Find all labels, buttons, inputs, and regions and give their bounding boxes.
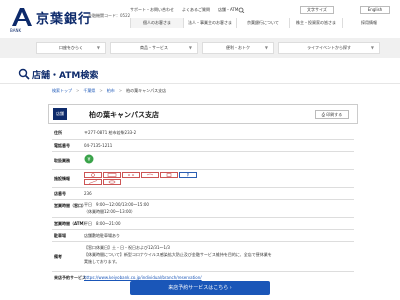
bank-logo-sub: BANK xyxy=(10,28,22,33)
nav-tab-individual[interactable]: 個人のお客さま xyxy=(130,18,183,28)
subnav-open-account-label: 口座をひらく xyxy=(59,45,83,50)
breadcrumb-search-top[interactable]: 検索トップ xyxy=(52,88,72,94)
font-size-button[interactable]: 文字サイズ xyxy=(300,6,334,14)
hearing-loop-icon xyxy=(141,172,159,178)
info-row-parking: 駐車場 店舗敷地駐車場あり xyxy=(52,230,354,242)
branch-name: 柏の葉キャンパス支店 xyxy=(89,111,159,119)
main-nav: 個人のお客さま 法人・事業主のお客さま 京葉銀行について 株主・投資家の皆さま … xyxy=(130,18,395,28)
info-row-window-hours: 営業時間（窓口） 平日 9:00～12:00/13:00～15:00 （休業時間… xyxy=(52,200,354,218)
sub-nav: 口座をひらく ▼ 商品・サービス ▼ 便利・おトク ▼ ライフイベントから探す ▼ xyxy=(0,38,400,58)
util-link-branch[interactable]: 店舗・ATM xyxy=(218,7,238,13)
wheelchair-icon xyxy=(84,172,102,178)
info-row-store-no: 店番号 236 xyxy=(52,188,354,200)
phone-value[interactable]: 04-7135-1211 xyxy=(84,143,112,149)
nav-tab-recruit[interactable]: 採用情報 xyxy=(342,18,395,28)
info-row-address: 住所 〒277-0871 柏市若柴233-2 xyxy=(52,126,354,140)
subnav-convenience-label: 便利・おトク xyxy=(226,45,250,50)
window-hours-break: （休業時間12:00～13:00） xyxy=(84,209,136,214)
nav-tab-corporate[interactable]: 法人・事業主のお客さま xyxy=(183,18,236,28)
subnav-convenience[interactable]: 便利・おトク ▼ xyxy=(202,42,274,54)
facility-icons: P xyxy=(84,172,204,185)
subnav-open-account[interactable]: 口座をひらく ▼ xyxy=(36,42,106,54)
utility-links: サポート・お問い合わせ よくあるご質問 店舗・ATM xyxy=(130,7,238,13)
breadcrumb-separator: > xyxy=(118,88,123,93)
guide-dog-icon xyxy=(103,179,121,185)
subnav-life-events-label: ライフイベントから探す xyxy=(307,45,351,50)
english-button[interactable]: English xyxy=(360,6,390,14)
services-label: 取扱業務 xyxy=(54,158,70,163)
parking-label: 駐車場 xyxy=(54,233,66,238)
search-icon xyxy=(18,68,30,80)
address-value: 〒277-0871 柏市若柴233-2 xyxy=(84,130,137,135)
subnav-products[interactable]: 商品・サービス ▼ xyxy=(110,42,198,54)
reservation-label: 来店予約サービス xyxy=(54,275,86,280)
subnav-products-label: 商品・サービス xyxy=(140,45,168,50)
phone-label: 電話番号 xyxy=(54,143,70,148)
info-row-services: 取扱業務 ¥ xyxy=(52,152,354,170)
chevron-down-icon: ▼ xyxy=(264,45,268,50)
cash-service-icon: ¥ xyxy=(84,154,94,164)
bank-name[interactable]: 京葉銀行 xyxy=(36,8,92,27)
print-button-label: 印刷する xyxy=(326,112,343,117)
print-button[interactable]: ⎙ 印刷する xyxy=(315,110,349,119)
keiyo-bank-logo-icon[interactable] xyxy=(10,6,34,28)
breadcrumb-city[interactable]: 柏市 xyxy=(107,88,115,94)
breadcrumb-current: 柏の葉キャンパス支店 xyxy=(126,88,167,93)
chevron-down-icon: ▼ xyxy=(370,45,374,50)
site-header: 京葉銀行 BANK 金融機関コード：0522 サポート・お問い合わせ よくあるご… xyxy=(0,0,400,36)
notes-holiday: 【窓口休業日】土・日・祝日および12/31～1/3 xyxy=(84,245,170,250)
breadcrumb-prefecture[interactable]: 千葉県 xyxy=(83,88,95,94)
address-label: 住所 xyxy=(54,130,62,135)
info-row-facilities: 施設情報 P xyxy=(52,170,354,188)
svg-text:P: P xyxy=(187,173,190,177)
search-icon[interactable] xyxy=(238,7,246,13)
parking-value: 店舗敷地駐車場あり xyxy=(84,233,120,238)
page-title: 店舗・ATM検索 xyxy=(32,71,99,81)
notes-label: 備考 xyxy=(54,254,62,259)
accessible-toilet-icon xyxy=(160,172,178,178)
info-row-phone: 電話番号 04-7135-1211 xyxy=(52,140,354,152)
breadcrumb-separator: > xyxy=(76,88,80,93)
info-row-atm-hours: 営業時間（ATM） 平日 8:00～21:00 xyxy=(52,218,354,230)
store-no-label: 店番号 xyxy=(54,191,66,196)
info-row-notes: 備考 【窓口休業日】土・日・祝日および12/31～1/3 【休業時間について】新… xyxy=(52,242,354,272)
window-hours-value: 平日 9:00～12:00/13:00～15:00 xyxy=(84,202,149,207)
page-title-bar: 店舗・ATM検索 xyxy=(0,64,400,84)
notes-covid-cont: 実施しております。 xyxy=(84,259,120,264)
breadcrumb: 検索トップ > 千葉県 > 柏市 > 柏の葉キャンパス支店 xyxy=(52,88,166,94)
nav-tab-about[interactable]: 京葉銀行について xyxy=(236,18,289,28)
window-hours-label: 営業時間（窓口） xyxy=(54,203,86,208)
atm-hours-label: 営業時間（ATM） xyxy=(54,221,88,226)
branch-header: 店舗 柏の葉キャンパス支店 ⎙ 印刷する xyxy=(48,104,358,124)
util-link-faq[interactable]: よくあるご質問 xyxy=(182,7,210,13)
reservation-cta-button[interactable]: 来店予約サービスはこちら › xyxy=(130,281,270,295)
notes-covid: 【休業時間について】新型コロナウイルス感染拡大防止及び金融サービス維持を目的に、… xyxy=(84,252,272,257)
bank-code: 金融機関コード：0522 xyxy=(88,13,131,18)
facilities-label: 施設情報 xyxy=(54,176,70,181)
braille-icon xyxy=(122,172,140,178)
printer-icon: ⎙ xyxy=(321,112,325,117)
util-link-support[interactable]: サポート・お問い合わせ xyxy=(130,7,174,13)
store-no-value: 236 xyxy=(84,191,92,196)
breadcrumb-separator: > xyxy=(99,88,103,93)
accessible-atm-icon xyxy=(103,172,121,178)
nav-tab-investors[interactable]: 株主・投資家の皆さま xyxy=(289,18,342,28)
branch-type-badge: 店舗 xyxy=(53,108,67,120)
subnav-life-events[interactable]: ライフイベントから探す ▼ xyxy=(278,42,380,54)
chevron-down-icon: ▼ xyxy=(96,45,100,50)
atm-hours-value: 平日 8:00～21:00 xyxy=(84,221,121,226)
svg-text:¥: ¥ xyxy=(87,157,90,163)
parking-icon: P xyxy=(179,172,197,178)
ramp-icon xyxy=(84,179,102,185)
chevron-down-icon: ▼ xyxy=(188,45,192,50)
